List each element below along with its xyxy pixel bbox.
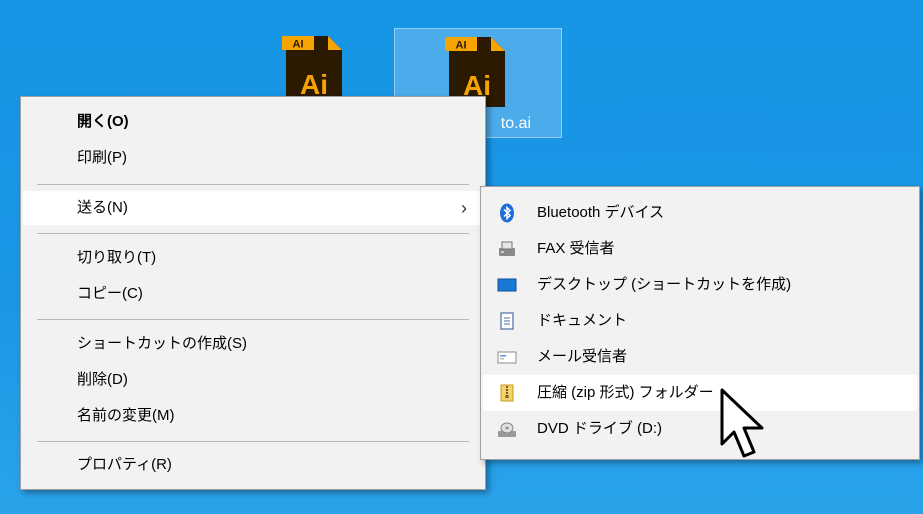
context-menu: 開く(O) 印刷(P) 送る(N) › 切り取り(T) コピー(C) ショートカ… [20,96,486,490]
menu-item-delete[interactable]: 削除(D) [23,363,483,397]
zip-folder-icon [500,384,514,402]
submenu-item-label: デスクトップ (ショートカットを作成) [537,276,792,293]
menu-item-properties[interactable]: プロパティ(R) [23,448,483,482]
menu-separator [37,233,469,234]
dvd-drive-icon [498,422,516,437]
send-to-zip-folder[interactable]: 圧縮 (zip 形式) フォルダー [483,375,917,411]
submenu-item-label: FAX 受信者 [537,240,615,257]
send-to-bluetooth[interactable]: Bluetooth デバイス [483,195,917,231]
document-icon [500,312,514,330]
menu-item-label: 開く(O) [77,113,129,130]
submenu-item-label: 圧縮 (zip 形式) フォルダー [537,384,714,401]
send-to-documents[interactable]: ドキュメント [483,303,917,339]
menu-item-open[interactable]: 開く(O) [23,105,483,139]
menu-item-label: 名前の変更(M) [77,407,175,424]
submenu-item-label: Bluetooth デバイス [537,204,665,221]
chevron-right-icon: › [461,198,467,218]
mouse-pointer-icon [720,388,764,458]
menu-separator [37,319,469,320]
bluetooth-icon [500,203,514,223]
ai-badge-text: AI [456,40,467,52]
menu-item-label: 印刷(P) [77,149,127,166]
menu-item-label: 送る(N) [77,199,128,216]
submenu-item-label: メール受信者 [537,348,628,365]
menu-item-cut[interactable]: 切り取り(T) [23,241,483,275]
send-to-mail[interactable]: メール受信者 [483,339,917,375]
menu-item-label: ショートカットの作成(S) [77,335,247,352]
send-to-submenu: Bluetooth デバイス FAX 受信者 デスクトップ (ショートカットを作… [480,186,920,460]
menu-separator [37,441,469,442]
menu-item-create-shortcut[interactable]: ショートカットの作成(S) [23,327,483,361]
desktop-icon [497,278,517,292]
submenu-item-label: DVD ドライブ (D:) [537,420,662,437]
menu-item-label: コピー(C) [77,285,143,302]
menu-separator [37,184,469,185]
menu-item-label: 削除(D) [77,371,128,388]
menu-item-send-to[interactable]: 送る(N) › [23,191,483,225]
ai-badge-text: AI [293,39,304,51]
menu-item-copy[interactable]: コピー(C) [23,277,483,311]
menu-item-print[interactable]: 印刷(P) [23,141,483,175]
send-to-desktop[interactable]: デスクトップ (ショートカットを作成) [483,267,917,303]
send-to-fax[interactable]: FAX 受信者 [483,231,917,267]
menu-item-rename[interactable]: 名前の変更(M) [23,399,483,433]
mail-icon [497,351,517,364]
menu-item-label: 切り取り(T) [77,249,157,266]
submenu-item-label: ドキュメント [537,312,628,329]
fax-icon [499,241,515,256]
send-to-dvd-drive[interactable]: DVD ドライブ (D:) [483,411,917,447]
menu-item-label: プロパティ(R) [77,456,172,473]
